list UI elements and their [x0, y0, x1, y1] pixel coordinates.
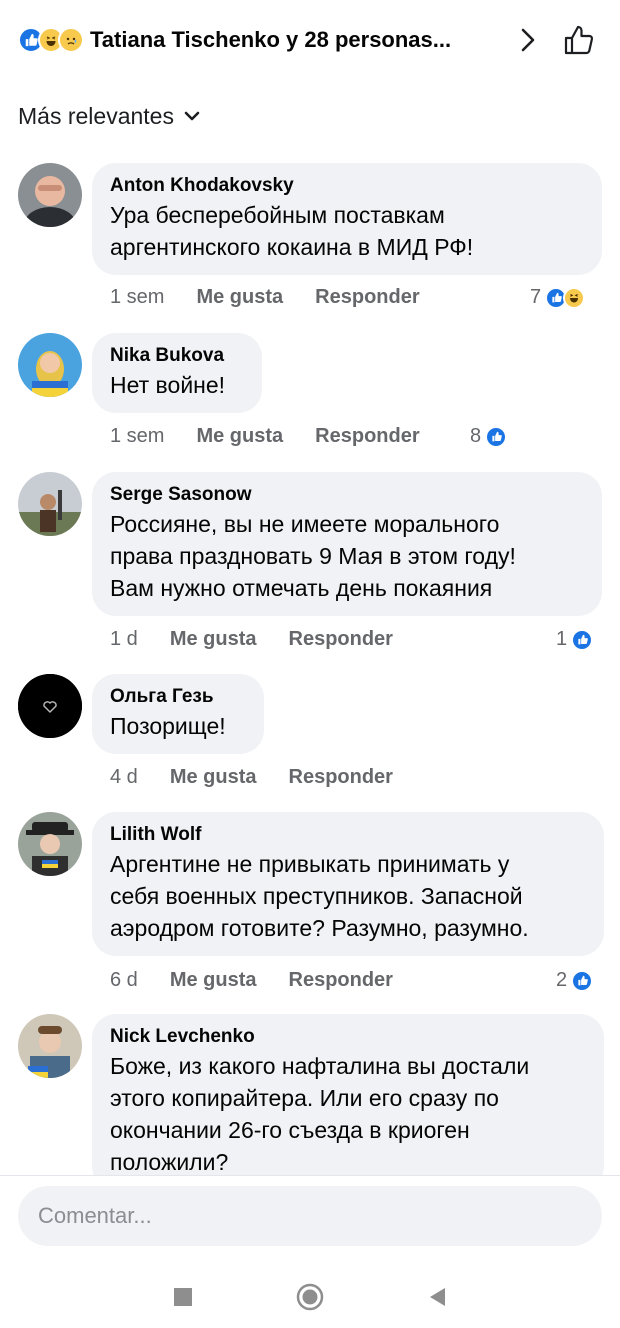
reply-link[interactable]: Responder [289, 766, 393, 789]
comment-bubble: Serge Sasonow Россияне, вы не имеете мор… [92, 472, 602, 616]
comment-author[interactable]: Nika Bukova [110, 343, 246, 369]
comment-bubble: Nick Levchenko Боже, из какого нафталина… [92, 1014, 604, 1190]
comment-bubble: Anton Khodakovsky Ура бесперебойным пост… [92, 163, 602, 275]
comment-time: 1 d [110, 628, 138, 650]
comment-actions: 1 sem Me gusta Responder [110, 425, 452, 448]
comment-time: 6 d [110, 969, 138, 991]
post-header: Tatiana Tischenko y 28 personas... [0, 0, 620, 80]
comment-author[interactable]: Ольга Гезь [110, 684, 248, 710]
comment-reactions[interactable]: 2 [556, 969, 594, 992]
reactors-title[interactable]: Tatiana Tischenko y 28 personas... [90, 27, 508, 53]
comment-reactions[interactable]: 7 [530, 286, 586, 309]
avatar[interactable] [18, 163, 82, 227]
haha-icon [563, 286, 586, 309]
comment-text: аэродром готовите? Разумно, разумно. [110, 915, 529, 941]
reaction-count: 2 [556, 969, 568, 991]
comment-text: себя военных преступников. Запасной [110, 883, 523, 909]
comment-bubble: Nika Bukova Нет войне! [92, 333, 262, 413]
comment-author[interactable]: Nick Levchenko [110, 1024, 588, 1050]
comment-text: Россияне, вы не имеете морального [110, 511, 500, 537]
reply-link[interactable]: Responder [315, 425, 419, 448]
sort-dropdown[interactable]: Más relevantes [18, 100, 200, 132]
comment-actions: 6 d Me gusta Responder [110, 969, 425, 992]
back-icon[interactable] [417, 1277, 457, 1317]
reply-link[interactable]: Responder [315, 286, 419, 309]
recent-apps-icon[interactable] [163, 1277, 203, 1317]
reaction-summary[interactable] [18, 27, 84, 53]
sort-label: Más relevantes [18, 102, 174, 129]
comment-time: 1 sem [110, 286, 165, 308]
sad-icon [58, 27, 84, 53]
like-icon [485, 425, 508, 448]
comment-text: положили? [110, 1149, 229, 1175]
comment-text: Вам нужно отмечать день покаяния [110, 575, 493, 601]
chevron-right-icon[interactable] [508, 20, 548, 60]
like-link[interactable]: Me gusta [196, 286, 283, 309]
thumbs-up-icon [564, 25, 594, 55]
system-navbar [0, 1265, 620, 1328]
reaction-count: 1 [556, 628, 568, 650]
comment-time: 4 d [110, 766, 138, 788]
comment-author[interactable]: Serge Sasonow [110, 482, 586, 508]
chevron-down-icon [184, 111, 200, 121]
avatar[interactable] [18, 472, 82, 536]
comment-bubble: Lilith Wolf Аргентине не привыкать прини… [92, 812, 604, 956]
reaction-count: 7 [530, 286, 542, 308]
like-link[interactable]: Me gusta [170, 969, 257, 992]
comment-actions: 1 sem Me gusta Responder [110, 286, 452, 309]
comment-text: Ура бесперебойным поставкам [110, 202, 445, 228]
reply-link[interactable]: Responder [289, 628, 393, 651]
like-link[interactable]: Me gusta [170, 628, 257, 651]
reaction-count: 8 [470, 425, 482, 447]
avatar[interactable] [18, 674, 82, 738]
like-icon [571, 628, 594, 651]
comment-bubble: Ольга Гезь Позорище! [92, 674, 264, 754]
like-link[interactable]: Me gusta [170, 766, 257, 789]
comment-author[interactable]: Anton Khodakovsky [110, 173, 586, 199]
comment-text: Боже, из какого нафталина вы достали [110, 1053, 530, 1079]
comment-text: Позорище! [110, 713, 226, 739]
comment-reactions[interactable]: 1 [556, 628, 594, 651]
comment-author[interactable]: Lilith Wolf [110, 822, 588, 848]
like-link[interactable]: Me gusta [196, 425, 283, 448]
avatar[interactable] [18, 1014, 82, 1078]
home-icon[interactable] [290, 1277, 330, 1317]
comment-text: аргентинского кокаина в МИД РФ! [110, 234, 474, 260]
comment-reactions[interactable]: 8 [470, 425, 508, 448]
like-button[interactable] [556, 17, 602, 63]
comment-actions: 4 d Me gusta Responder [110, 766, 425, 789]
comment-time: 1 sem [110, 425, 165, 447]
comment-text: Аргентине не привыкать принимать у [110, 851, 510, 877]
avatar[interactable] [18, 333, 82, 397]
comment-composer-area: Comentar... [0, 1175, 620, 1265]
comment-text: окончании 26-го съезда в криоген [110, 1117, 470, 1143]
comment-actions: 1 d Me gusta Responder [110, 628, 425, 651]
comment-text: Нет войне! [110, 372, 226, 398]
comment-input[interactable]: Comentar... [18, 1186, 602, 1246]
reply-link[interactable]: Responder [289, 969, 393, 992]
comment-text: этого копирайтера. Или его сразу по [110, 1085, 499, 1111]
like-icon [571, 969, 594, 992]
comment-text: права праздновать 9 Мая в этом году! [110, 543, 516, 569]
avatar[interactable] [18, 812, 82, 876]
